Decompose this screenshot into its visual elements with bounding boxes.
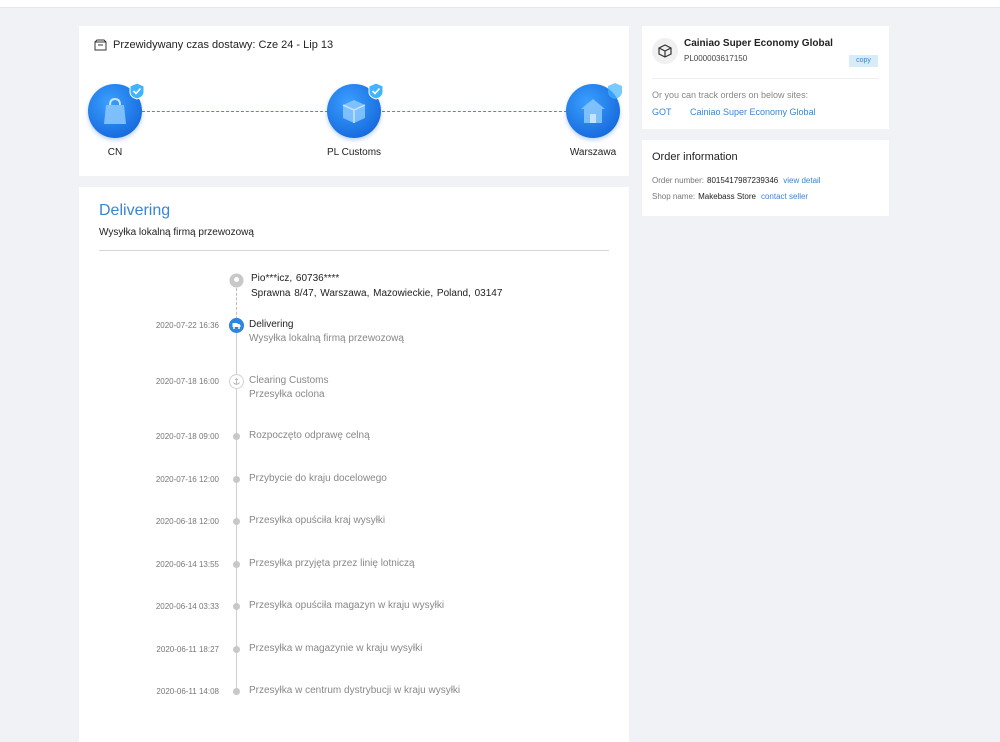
progress-line xyxy=(142,111,328,112)
carrier-card: Cainiao Super Economy Global PL000003617… xyxy=(642,26,889,129)
event-date: 2020-06-14 13:55 xyxy=(155,560,219,569)
status-title: Delivering xyxy=(99,202,171,219)
timeline-event: 2020-06-11 18:27 Przesyłka w magazynie w… xyxy=(79,643,629,675)
view-detail-link[interactable]: view detail xyxy=(783,176,820,185)
box-icon xyxy=(658,44,672,58)
progress-line xyxy=(382,111,567,112)
shop-name: Makebass Store xyxy=(698,192,756,201)
event-date: 2020-06-11 18:27 xyxy=(156,645,219,654)
event-date: 2020-06-14 03:33 xyxy=(155,602,219,611)
divider xyxy=(99,250,609,251)
recipient-name: Pio***icz, 60736**** xyxy=(251,273,340,284)
timeline-event: 2020-07-18 16:00 Clearing Customs Przesy… xyxy=(79,374,629,407)
house-icon xyxy=(581,99,605,123)
estimated-delivery: Przewidywany czas dostawy: Cze 24 - Lip … xyxy=(94,39,333,51)
order-number-label: Order number: xyxy=(652,176,705,185)
check-badge-icon xyxy=(129,82,145,100)
stage-label-customs: PL Customs xyxy=(326,147,382,158)
pending-badge-icon xyxy=(608,83,622,99)
delivery-box-icon xyxy=(94,39,107,51)
event-title: Przesyłka opuściła magazyn w kraju wysył… xyxy=(249,600,445,611)
order-number-row: Order number: 8015417987239346 view detail xyxy=(652,176,821,185)
event-title: Przesyłka przyjęta przez linię lotniczą xyxy=(249,558,415,569)
event-date: 2020-07-18 09:00 xyxy=(155,432,219,441)
carrier-name: Cainiao Super Economy Global xyxy=(684,38,833,49)
timeline-dot xyxy=(233,433,240,440)
link-got[interactable]: GOT xyxy=(652,107,672,117)
shop-name-label: Shop name: xyxy=(652,192,696,201)
location-pin-icon xyxy=(229,273,244,288)
timeline-dot xyxy=(233,688,240,695)
event-date: 2020-06-11 14:08 xyxy=(156,687,219,696)
event-subtitle: Przesyłka oclona xyxy=(249,389,325,400)
order-info-title: Order information xyxy=(652,151,738,163)
tracking-number: PL000003617150 xyxy=(684,54,748,63)
timeline-event: 2020-06-14 03:33 Przesyłka opuściła maga… xyxy=(79,600,629,632)
event-date: 2020-06-18 12:00 xyxy=(155,517,219,526)
stage-origin xyxy=(88,82,145,138)
contact-seller-link[interactable]: contact seller xyxy=(761,192,808,201)
timeline-dot xyxy=(233,646,240,653)
anchor-icon xyxy=(229,374,244,389)
event-title: Rozpoczęto odprawę celną xyxy=(249,430,370,441)
estimated-delivery-text: Przewidywany czas dostawy: Cze 24 - Lip … xyxy=(113,39,334,51)
check-badge-icon xyxy=(368,82,384,100)
event-title: Przesyłka w magazynie w kraju wysyłki xyxy=(249,643,423,654)
timeline-event: 2020-06-14 13:55 Przesyłka przyjęta prze… xyxy=(79,558,629,590)
event-title: Przybycie do kraju docelowego xyxy=(249,473,387,484)
timeline-dot xyxy=(233,603,240,610)
link-cainiao[interactable]: Cainiao Super Economy Global xyxy=(690,107,816,117)
event-title: Delivering xyxy=(249,319,294,330)
timeline-event: 2020-07-16 12:00 Przybycie do kraju doce… xyxy=(79,473,629,505)
event-date: 2020-07-16 12:00 xyxy=(155,475,219,484)
timeline-event: 2020-07-18 09:00 Rozpoczęto odprawę celn… xyxy=(79,430,629,462)
timeline-event: 2020-07-22 16:36 Delivering Wysyłka loka… xyxy=(79,318,629,351)
top-bar xyxy=(0,0,1000,8)
stage-destination xyxy=(566,83,622,138)
event-title: Clearing Customs xyxy=(249,375,329,386)
carrier-logo xyxy=(652,38,678,64)
event-subtitle: Wysyłka lokalną firmą przewozową xyxy=(249,333,404,344)
truck-icon xyxy=(229,318,244,333)
other-sites-text: Or you can track orders on below sites: xyxy=(652,90,809,100)
event-date: 2020-07-22 16:36 xyxy=(155,321,219,330)
stage-customs xyxy=(327,82,384,138)
timeline-event: 2020-06-18 12:00 Przesyłka opuściła kraj… xyxy=(79,515,629,547)
order-info-card: Order information Order number: 801541798… xyxy=(642,140,889,216)
event-title: Przesyłka opuściła kraj wysyłki xyxy=(249,515,386,526)
copy-button[interactable]: copy xyxy=(849,55,878,67)
delivery-progress-card: Przewidywany czas dostawy: Cze 24 - Lip … xyxy=(79,26,629,176)
event-title: Przesyłka w centrum dystrybucji w kraju … xyxy=(249,685,461,696)
timeline-dot xyxy=(233,561,240,568)
event-date: 2020-07-18 16:00 xyxy=(155,377,219,386)
timeline-dot xyxy=(233,476,240,483)
status-subtitle: Wysyłka lokalną firmą przewozową xyxy=(99,227,254,238)
recipient-address: Sprawna 8/47, Warszawa, Mazowieckie, Pol… xyxy=(251,288,503,299)
timeline-event: 2020-06-11 14:08 Przesyłka w centrum dys… xyxy=(79,685,629,717)
tracking-timeline-card: Delivering Wysyłka lokalną firmą przewoz… xyxy=(79,187,629,742)
shopping-bag-icon xyxy=(104,97,126,124)
timeline-dot xyxy=(233,518,240,525)
stage-label-origin: CN xyxy=(107,147,123,158)
stage-label-destination: Warszawa xyxy=(569,147,617,158)
package-icon xyxy=(342,100,366,123)
divider xyxy=(652,78,879,79)
order-number: 8015417987239346 xyxy=(707,176,779,185)
shop-name-row: Shop name: Makebass Store contact seller xyxy=(652,192,808,201)
